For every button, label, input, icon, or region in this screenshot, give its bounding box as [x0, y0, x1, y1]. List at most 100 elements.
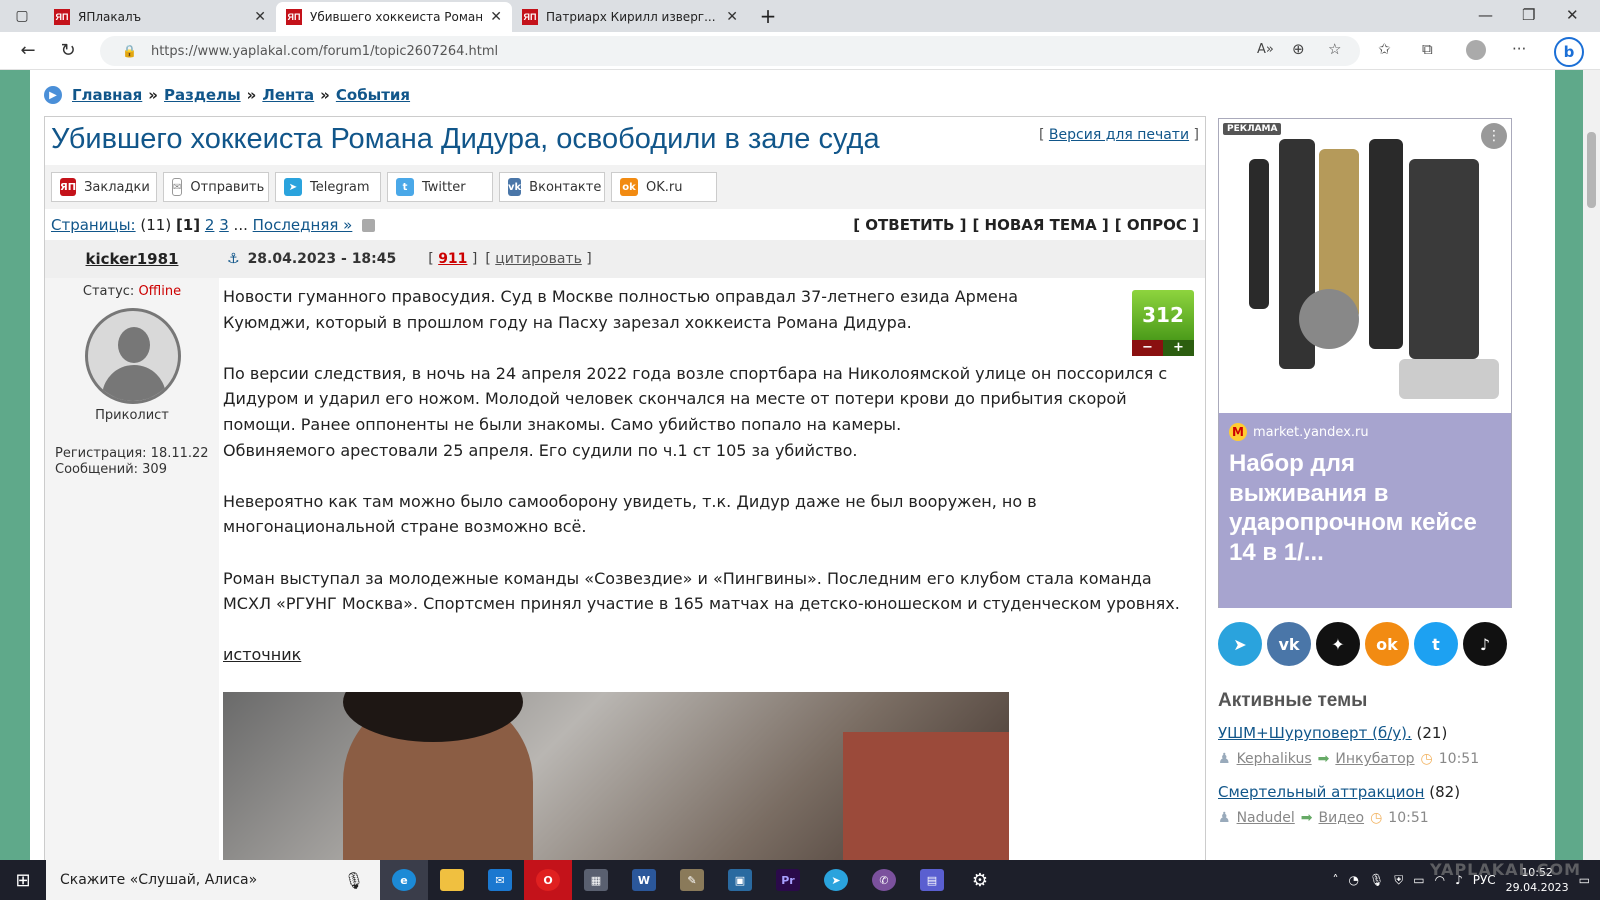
reply-button[interactable]: [ ОТВЕТИТЬ ]: [853, 216, 966, 234]
windows-taskbar: ⊞ Скажите «Слушай, Алиса» 🎙 e ✉ O ▦ W ✎ …: [0, 860, 1600, 900]
poll-button[interactable]: [ ОПРОС ]: [1115, 216, 1199, 234]
back-icon[interactable]: ←: [8, 40, 48, 61]
pages-dropdown-icon[interactable]: [362, 218, 376, 232]
calculator-taskbar-icon[interactable]: ▦: [572, 860, 620, 900]
network-icon[interactable]: ◔: [1349, 873, 1359, 887]
rate-up-button[interactable]: +: [1163, 340, 1194, 356]
zoom-icon[interactable]: ⊕: [1292, 40, 1305, 58]
security-icon[interactable]: ⛨: [1394, 873, 1403, 888]
photos-taskbar-icon[interactable]: ▣: [716, 860, 764, 900]
explorer-taskbar-icon[interactable]: [428, 860, 476, 900]
taskbar-search[interactable]: Скажите «Слушай, Алиса» 🎙: [46, 860, 380, 900]
vk-share-button[interactable]: vk Вконтакте: [499, 172, 605, 202]
page-scrollbar[interactable]: [1583, 70, 1600, 860]
send-button[interactable]: ✉ Отправить: [163, 172, 269, 202]
anchor-icon[interactable]: ⚓: [227, 251, 240, 267]
profile-avatar[interactable]: [1466, 40, 1486, 60]
telegram-taskbar-icon[interactable]: ➤: [812, 860, 860, 900]
close-tab-icon[interactable]: ✕: [490, 9, 502, 25]
settings-taskbar-icon[interactable]: ⚙: [956, 860, 1004, 900]
author-link[interactable]: kicker1981: [86, 250, 179, 268]
breadcrumb-home[interactable]: Главная: [72, 86, 142, 104]
ok-share-button[interactable]: ok OK.ru: [611, 172, 717, 202]
mail-taskbar-icon[interactable]: ✉: [476, 860, 524, 900]
ok-icon[interactable]: ok: [1365, 622, 1409, 666]
ad-headline[interactable]: Набор для выживания в ударопрочном кейсе…: [1229, 449, 1499, 567]
new-tab-icon[interactable]: +: [748, 2, 788, 32]
telegram-icon[interactable]: ➤: [1218, 622, 1262, 666]
opera-taskbar-icon[interactable]: O: [524, 860, 572, 900]
paint-taskbar-icon[interactable]: ✎: [668, 860, 716, 900]
ad-menu-icon[interactable]: ⋮: [1481, 123, 1507, 149]
topic-section-link[interactable]: Видео: [1319, 810, 1365, 826]
microphone-icon[interactable]: 🎙: [344, 871, 364, 890]
mic-tray-icon[interactable]: 🎙: [1369, 873, 1384, 887]
breadcrumb-events[interactable]: События: [336, 86, 410, 104]
battery-icon[interactable]: ▭: [1413, 873, 1424, 887]
favorite-add-icon[interactable]: ☆: [1328, 40, 1341, 58]
post-number-link[interactable]: 911: [438, 251, 467, 267]
bing-icon[interactable]: b: [1554, 37, 1584, 67]
collections-icon[interactable]: ⧉: [1422, 40, 1433, 58]
edge-taskbar-icon[interactable]: e: [380, 860, 428, 900]
twitter-share-button[interactable]: t Twitter: [387, 172, 493, 202]
twitter-icon[interactable]: t: [1414, 622, 1458, 666]
print-version-link[interactable]: Версия для печати: [1049, 127, 1189, 143]
viber-taskbar-icon[interactable]: ✆: [860, 860, 908, 900]
ad-body[interactable]: Mmarket.yandex.ru Набор для выживания в …: [1219, 413, 1511, 608]
advertisement[interactable]: РЕКЛАМА ⋮ Mmarket.yandex.ru Набор для вы…: [1218, 118, 1512, 608]
topic-section-link[interactable]: Инкубатор: [1335, 751, 1414, 767]
tab-bar: ▢ ЯП ЯПлакалъ ✕ ЯП Убившего хоккеиста Ро…: [0, 0, 1600, 32]
breadcrumb-feed[interactable]: Лента: [262, 86, 314, 104]
post-paragraph: Невероятно как там можно было самооборон…: [223, 491, 1037, 537]
rate-down-button[interactable]: −: [1132, 340, 1163, 356]
save-taskbar-icon[interactable]: ▤: [908, 860, 956, 900]
active-topic-count: (21): [1416, 724, 1448, 742]
tab-yaplakal[interactable]: ЯП ЯПлакалъ ✕: [44, 2, 276, 32]
source-link[interactable]: источник: [223, 645, 301, 664]
tab-patriarch-topic[interactable]: ЯП Патриарх Кирилл изверг... прот ✕: [512, 2, 748, 32]
tab-actions-icon[interactable]: ▢: [0, 0, 44, 32]
tiktok-icon[interactable]: ♪: [1463, 622, 1507, 666]
page-3-link[interactable]: 3: [219, 216, 229, 234]
button-label: Telegram: [310, 179, 370, 195]
tab-label: ЯПлакалъ: [78, 10, 142, 24]
active-topic-link[interactable]: Смертельный аттракцион: [1218, 783, 1424, 801]
active-topic-link[interactable]: УШМ+Шуруповерт (б/у).: [1218, 724, 1412, 742]
topic-user-link[interactable]: Kephalikus: [1237, 751, 1312, 767]
ad-label: РЕКЛАМА: [1223, 123, 1282, 135]
read-aloud-icon[interactable]: A»: [1257, 42, 1274, 57]
new-topic-button[interactable]: [ НОВАЯ ТЕМА ]: [972, 216, 1108, 234]
current-page: [1]: [175, 216, 201, 234]
author-rank: Приколист: [95, 408, 169, 423]
premiere-taskbar-icon[interactable]: Pr: [764, 860, 812, 900]
pages-label[interactable]: Страницы:: [51, 216, 136, 234]
ad-image[interactable]: РЕКЛАМА ⋮: [1219, 119, 1511, 413]
scrollbar-thumb[interactable]: [1587, 132, 1596, 208]
breadcrumb-sections[interactable]: Разделы: [164, 86, 241, 104]
close-tab-icon[interactable]: ✕: [254, 9, 266, 25]
word-taskbar-icon[interactable]: W: [620, 860, 668, 900]
topic-user-link[interactable]: Nadudel: [1237, 810, 1295, 826]
favorites-icon[interactable]: ✩: [1378, 40, 1391, 58]
close-window-icon[interactable]: ✕: [1566, 6, 1579, 24]
avatar[interactable]: [85, 308, 181, 404]
page-2-link[interactable]: 2: [205, 216, 215, 234]
telegram-share-button[interactable]: ➤ Telegram: [275, 172, 381, 202]
last-page-link[interactable]: Последняя »: [253, 216, 353, 234]
url-field[interactable]: 🔒 https://www.yaplakal.com/forum1/topic2…: [100, 36, 1360, 66]
close-tab-icon[interactable]: ✕: [726, 9, 738, 25]
minimize-icon[interactable]: —: [1478, 6, 1493, 24]
more-menu-icon[interactable]: ···: [1512, 40, 1526, 58]
url-text[interactable]: https://www.yaplakal.com/forum1/topic260…: [151, 44, 498, 59]
start-icon[interactable]: ⊞: [0, 860, 46, 900]
zen-icon[interactable]: ✦: [1316, 622, 1360, 666]
post-photo[interactable]: [223, 692, 1009, 860]
vk-icon[interactable]: vk: [1267, 622, 1311, 666]
refresh-icon[interactable]: ↻: [48, 40, 88, 61]
tab-hockey-topic[interactable]: ЯП Убившего хоккеиста Романа Ди ✕: [276, 2, 512, 32]
quote-link[interactable]: цитировать: [495, 251, 582, 267]
bookmarks-button[interactable]: ЯП Закладки: [51, 172, 157, 202]
maximize-icon[interactable]: ❐: [1522, 6, 1535, 24]
tray-chevron-icon[interactable]: ˄: [1333, 873, 1339, 887]
